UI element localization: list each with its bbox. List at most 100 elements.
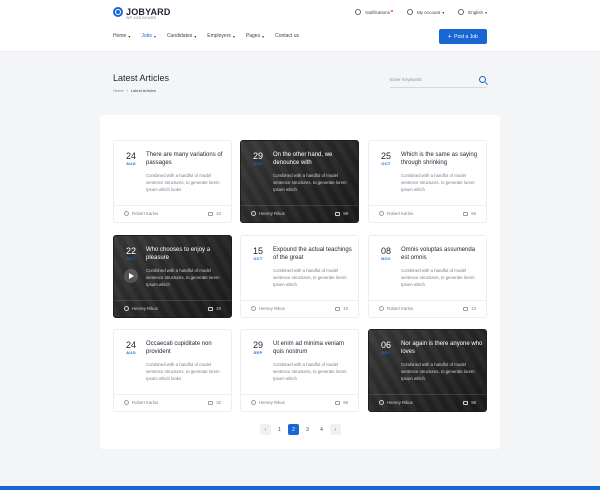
author-name: Henrey Rikus	[259, 306, 285, 311]
user-icon	[379, 400, 384, 405]
page-title: Latest Articles	[113, 73, 170, 83]
user-icon	[251, 400, 256, 405]
comment-icon	[463, 306, 469, 311]
article-author[interactable]: Henrey Rikus	[124, 306, 158, 311]
article-comments[interactable]: 42	[208, 211, 221, 216]
article-author[interactable]: Henrey Rikus	[251, 400, 285, 405]
comment-count: 98	[471, 400, 476, 405]
article-month: SEP	[253, 350, 263, 355]
user-icon	[251, 211, 256, 216]
article-card[interactable]: 29 SEP Ut enim ad minima veniam quis nos…	[240, 329, 359, 412]
article-title[interactable]: On the other hand, we denounce with	[273, 151, 355, 167]
article-author[interactable]: Robert Karlos	[379, 306, 413, 311]
article-card[interactable]: 25 OCT Which is the same as saying throu…	[368, 140, 487, 223]
chevron-down-icon: ▾	[128, 33, 131, 39]
search-icon[interactable]	[479, 76, 486, 83]
notifications-label: Notifications	[365, 9, 390, 15]
article-card[interactable]: 24 AUG Occaecati cupiditate non providen…	[113, 329, 232, 412]
article-day: 22	[125, 246, 136, 256]
article-title[interactable]: Omnis voluptas assumenda est omnis	[401, 246, 483, 262]
pagination-page[interactable]: 1	[274, 424, 285, 435]
comment-count: 20	[216, 306, 221, 311]
article-title[interactable]: Occaecati cupiditate non provident	[146, 340, 228, 356]
article-title[interactable]: Which is the same as saying through shri…	[401, 151, 483, 167]
article-card[interactable]: 22 OCT Who chooses to enjoy a pleasure C…	[113, 235, 232, 318]
user-icon	[379, 211, 384, 216]
author-name: Henrey Rikus	[387, 400, 413, 405]
comment-count: 32	[216, 400, 221, 405]
article-day: 15	[252, 246, 263, 256]
nav-item-pages[interactable]: Pages ▾	[246, 33, 264, 39]
article-day: 06	[380, 340, 391, 350]
play-icon[interactable]	[124, 269, 138, 283]
comment-icon	[208, 211, 214, 216]
search-placeholder: Enter Keywords	[390, 77, 422, 82]
nav-item-candidates[interactable]: Candidates ▾	[167, 33, 196, 39]
language-dropdown[interactable]: English ▾	[458, 9, 487, 15]
search-input[interactable]: Enter Keywords	[390, 74, 487, 88]
article-day: 24	[125, 151, 136, 161]
article-comments[interactable]: 32	[208, 400, 221, 405]
breadcrumb-separator: /	[126, 88, 128, 93]
article-comments[interactable]: 13	[463, 306, 476, 311]
article-author[interactable]: Henrey Rikus	[251, 306, 285, 311]
article-month: AUG	[126, 350, 136, 355]
article-comments[interactable]: 99	[335, 211, 348, 216]
pagination-next[interactable]: ›	[330, 424, 341, 435]
article-excerpt: Combined with a handful of model sentenc…	[273, 173, 347, 192]
comment-icon	[208, 400, 214, 405]
logo-pin-icon	[113, 7, 123, 17]
nav-item-home[interactable]: Home ▾	[113, 33, 130, 39]
notifications-link[interactable]: Notifications	[355, 9, 393, 15]
comment-icon	[463, 211, 469, 216]
author-name: Robert Karlos	[387, 211, 414, 216]
article-title[interactable]: Ut enim ad minima veniam quis nostrum	[273, 340, 355, 356]
top-bar: Notifications My Account ▾ English ▾	[341, 9, 487, 15]
article-card[interactable]: 06 DEC Nor again is there anyone who lov…	[368, 329, 487, 412]
article-title[interactable]: There are many variations of passages	[146, 151, 228, 167]
pagination-page[interactable]: 4	[316, 424, 327, 435]
article-author[interactable]: Robert Karlos	[379, 211, 413, 216]
article-card[interactable]: 29 SEP On the other hand, we denounce wi…	[240, 140, 359, 223]
article-excerpt: Combined with a handful of model sentenc…	[401, 268, 475, 287]
nav-item-contact[interactable]: Contact us	[275, 33, 299, 39]
nav-label: Contact us	[275, 33, 299, 39]
pagination-page[interactable]: 3	[302, 424, 313, 435]
plus-icon: +	[448, 33, 452, 40]
article-comments[interactable]: 99	[335, 400, 348, 405]
user-icon	[124, 306, 129, 311]
article-author[interactable]: Henrey Rikus	[379, 400, 413, 405]
article-card[interactable]: 08 NOV Omnis voluptas assumenda est omni…	[368, 235, 487, 318]
article-author[interactable]: Henrey Rikus	[251, 211, 285, 216]
article-card[interactable]: 24 AUG There are many variations of pass…	[113, 140, 232, 223]
article-day: 08	[380, 246, 391, 256]
article-meta: Henrey Rikus 20	[114, 300, 231, 317]
breadcrumb-home[interactable]: Home	[113, 88, 124, 93]
article-meta: Henrey Rikus 99	[241, 205, 358, 222]
my-account-dropdown[interactable]: My Account ▾	[406, 9, 444, 15]
comment-count: 99	[343, 211, 348, 216]
article-meta: Robert Karlos 42	[114, 205, 231, 222]
article-comments[interactable]: 19	[335, 306, 348, 311]
nav-item-jobs[interactable]: Jobs ▾	[141, 33, 156, 39]
article-excerpt: Combined with a handful of model sentenc…	[146, 268, 220, 287]
pagination-page-current[interactable]: 2	[288, 424, 299, 435]
article-author[interactable]: Robert Karlos	[124, 400, 158, 405]
article-excerpt: Combined with a handful of model sentenc…	[273, 362, 347, 381]
article-comments[interactable]: 98	[463, 400, 476, 405]
article-comments[interactable]: 20	[208, 306, 221, 311]
nav-item-employers[interactable]: Employers ▾	[207, 33, 235, 39]
article-title[interactable]: Expound the actual teachings of the grea…	[273, 246, 355, 262]
article-meta: Henrey Rikus 99	[241, 394, 358, 411]
article-comments[interactable]: 66	[463, 211, 476, 216]
comment-icon	[208, 306, 214, 311]
pagination-prev[interactable]: ‹	[260, 424, 271, 435]
article-author[interactable]: Robert Karlos	[124, 211, 158, 216]
article-month: DEC	[381, 350, 391, 355]
article-title[interactable]: Nor again is there anyone who loves	[401, 340, 483, 356]
post-job-button[interactable]: + Post a Job	[439, 29, 487, 44]
article-title[interactable]: Who chooses to enjoy a pleasure	[146, 246, 228, 262]
article-day: 24	[125, 340, 136, 350]
article-card[interactable]: 15 OCT Expound the actual teachings of t…	[240, 235, 359, 318]
main-nav: Home ▾ Jobs ▾ Candidates ▾ Employers ▾ Pages…	[113, 33, 310, 39]
